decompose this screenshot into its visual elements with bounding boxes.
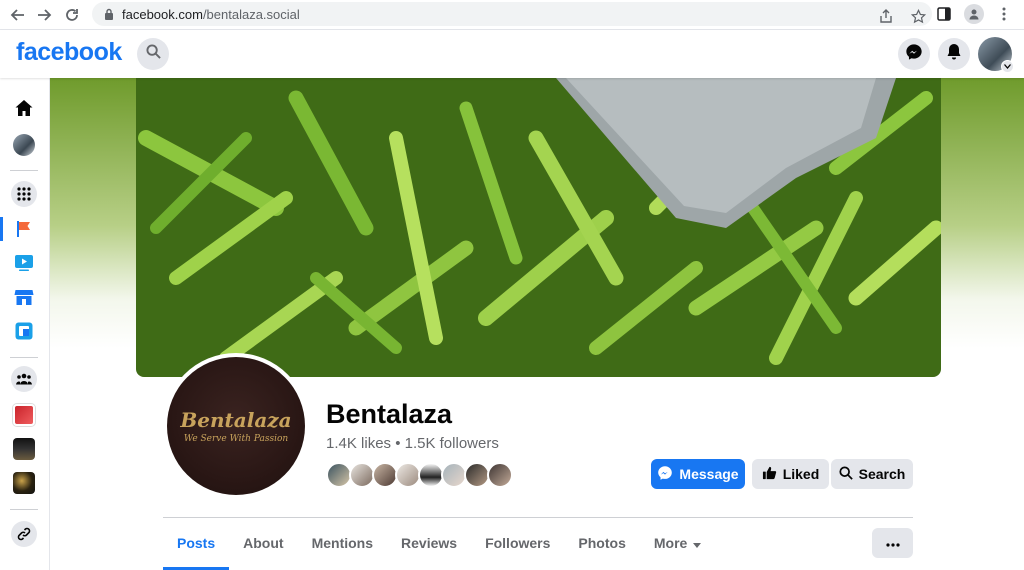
shortcut-dark-icon[interactable] (11, 470, 37, 496)
url-path: /bentalaza.social (202, 6, 300, 22)
shortcut-direct-icon[interactable] (11, 436, 37, 462)
menu-grid-icon[interactable] (11, 181, 37, 207)
see-more-link-icon[interactable] (11, 521, 37, 547)
address-bar[interactable]: facebook.com/bentalaza.social (92, 2, 932, 26)
reload-icon[interactable] (58, 1, 86, 29)
tab-label: Posts (177, 535, 216, 551)
follower-avatar[interactable] (487, 462, 513, 488)
profile-brand-text: Bentalaza (180, 408, 292, 432)
account-avatar[interactable] (978, 37, 1014, 73)
lock-icon (104, 8, 114, 20)
active-indicator (0, 217, 3, 241)
shortcut-tribe-icon[interactable] (11, 402, 37, 428)
message-button-label: Message (679, 466, 739, 482)
page-search-button[interactable]: Search (831, 459, 913, 489)
profile-picture[interactable]: Bentalaza We Serve With Passion (163, 353, 309, 499)
cover-photo[interactable] (136, 78, 941, 377)
messenger-icon (905, 43, 923, 66)
left-nav-rail (0, 78, 50, 570)
home-icon[interactable] (11, 95, 37, 121)
profile-avatar-icon[interactable] (11, 132, 37, 158)
follower-avatars[interactable] (326, 462, 513, 488)
tab-label: Reviews (401, 535, 458, 551)
watch-icon[interactable] (11, 250, 37, 276)
kebab-menu-icon[interactable] (992, 2, 1016, 26)
nav-divider (10, 509, 38, 510)
page-title: Bentalaza (326, 399, 453, 429)
liked-button[interactable]: Liked (752, 459, 829, 489)
pages-flag-icon[interactable] (11, 216, 37, 242)
tab-more[interactable]: More (640, 518, 715, 568)
forward-icon[interactable] (30, 1, 58, 29)
more-options-button[interactable] (872, 528, 913, 558)
page-main: Bentalaza We Serve With Passion Bentalaz… (50, 78, 1024, 570)
page-tabs: Posts About Mentions Reviews Followers P… (163, 518, 715, 570)
search-button[interactable] (137, 38, 169, 70)
message-button[interactable]: Message (651, 459, 745, 489)
messenger-button[interactable] (898, 38, 930, 70)
thumbs-up-icon (762, 465, 777, 483)
nav-divider (10, 357, 38, 358)
tab-label: Mentions (311, 535, 374, 551)
tab-label: Followers (485, 535, 551, 551)
browser-toolbar: facebook.com/bentalaza.social (0, 0, 1024, 30)
tab-photos[interactable]: Photos (564, 518, 639, 568)
facebook-header: facebook (0, 30, 1024, 78)
notifications-button[interactable] (938, 38, 970, 70)
share-icon[interactable] (874, 4, 898, 28)
facebook-logo[interactable]: facebook (16, 38, 122, 67)
side-panel-icon[interactable] (932, 2, 956, 26)
marketplace-icon[interactable] (11, 284, 37, 310)
tab-followers[interactable]: Followers (471, 518, 564, 568)
tab-label: Photos (578, 535, 626, 551)
messenger-icon (657, 465, 673, 484)
back-icon[interactable] (4, 1, 32, 29)
gaming-icon[interactable] (11, 318, 37, 344)
bell-icon (946, 43, 962, 66)
profile-tagline-text: We Serve With Passion (183, 434, 289, 444)
url-host: facebook.com (122, 6, 203, 22)
bookmark-star-icon[interactable] (906, 4, 930, 28)
tab-mentions[interactable]: Mentions (298, 518, 387, 568)
ellipsis-icon (885, 534, 900, 552)
tab-label: More (653, 535, 688, 551)
caret-down-icon (693, 535, 702, 551)
tab-label: About (243, 535, 284, 551)
search-icon (839, 465, 853, 483)
groups-icon[interactable] (11, 366, 37, 392)
chevron-down-icon (1001, 60, 1014, 73)
search-icon (145, 44, 161, 64)
nav-divider (10, 170, 38, 171)
liked-button-label: Liked (782, 466, 820, 482)
search-button-label: Search (858, 466, 906, 482)
page-stats[interactable]: 1.4K likes • 1.5K followers (326, 435, 499, 452)
browser-profile-icon[interactable] (962, 2, 986, 26)
tab-about[interactable]: About (229, 518, 297, 568)
tab-reviews[interactable]: Reviews (387, 518, 471, 568)
tab-posts[interactable]: Posts (163, 518, 230, 570)
